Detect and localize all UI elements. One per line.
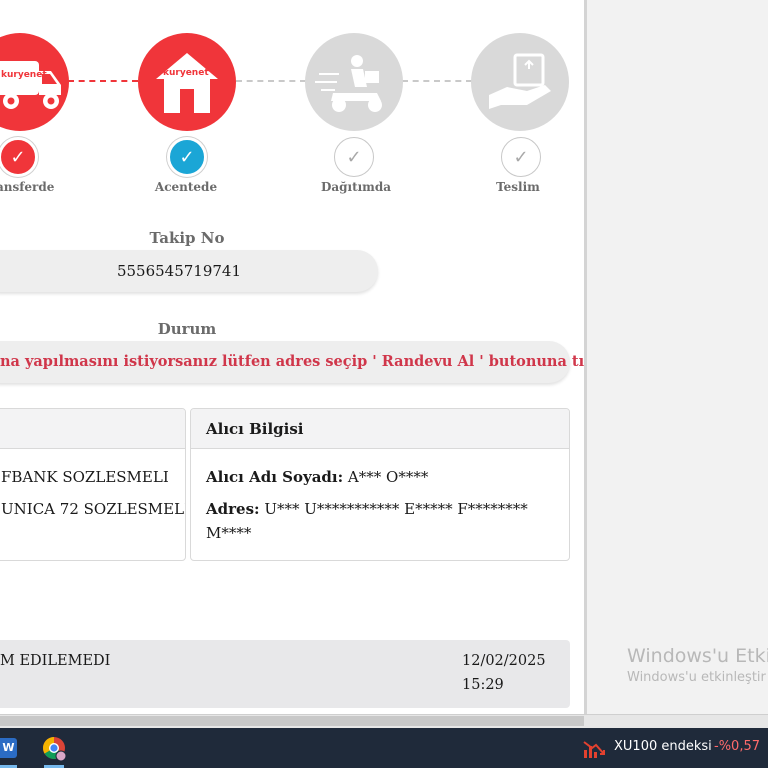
kuryenet-logo-text: kuryenet xyxy=(1,70,47,80)
history-time: 15:29 xyxy=(462,677,504,693)
receiver-address-line-2: M**** xyxy=(206,524,252,542)
horizontal-scrollbar-thumb[interactable] xyxy=(0,716,584,726)
sender-info-card: FBANK SOZLESMELI UNICA 72 SOZLESMELI xyxy=(0,408,186,561)
windows-taskbar: W XU100 endeksi -%0,57 xyxy=(0,728,768,768)
home-icon: kuryenet xyxy=(156,53,218,113)
package-hand-icon xyxy=(489,53,551,109)
tracking-number-value: 5556545719741 xyxy=(116,262,242,280)
status-title: Durum xyxy=(157,320,217,338)
stock-chart-icon xyxy=(583,741,605,758)
receiver-name-row: Alıcı Adı Soyadı: A*** O**** xyxy=(206,468,428,486)
svg-text:kuryenet: kuryenet xyxy=(163,68,209,78)
receiver-card-header: Alıcı Bilgisi xyxy=(191,409,569,449)
step-label-teslim: Teslim xyxy=(496,180,540,194)
activation-watermark-subtitle: Windows'u etkinleştir xyxy=(627,670,766,685)
status-message: na yapılmasını istiyorsanız lütfen adres… xyxy=(0,353,584,370)
step-label-dagitimda: Dağıtımda xyxy=(320,180,392,194)
receiver-name-label: Alıcı Adı Soyadı: xyxy=(206,468,344,486)
status-field: na yapılmasını istiyorsanız lütfen adres… xyxy=(0,341,584,383)
receiver-address-label: Adres: xyxy=(206,500,260,518)
sender-line-1: FBANK SOZLESMELI xyxy=(1,468,169,486)
receiver-address-row: Adres: U*** U*********** E***** F*******… xyxy=(206,500,528,518)
browser-right-pane: Windows'u Etkin Windows'u etkinleştir xyxy=(587,0,768,714)
receiver-name-value: A*** O**** xyxy=(347,468,429,486)
delivery-truck-icon: kuryenet xyxy=(0,61,61,109)
progress-connector-done xyxy=(68,80,138,82)
chrome-icon xyxy=(43,737,67,762)
receiver-address-line-1: U*** U*********** E***** F******** xyxy=(264,500,528,518)
agency-home-circle: kuryenet xyxy=(138,33,236,131)
stock-widget[interactable]: XU100 endeksi -%0,57 xyxy=(582,728,768,768)
step-label-acentede: Acentede xyxy=(154,180,218,194)
progress-connector-pending xyxy=(402,80,472,82)
stock-name: XU100 endeksi xyxy=(614,739,712,754)
taskbar-chrome-app[interactable] xyxy=(34,728,74,768)
transfer-truck-circle: kuryenet xyxy=(0,33,69,131)
sender-card-header xyxy=(0,409,185,449)
sender-line-2: UNICA 72 SOZLESMELI xyxy=(1,500,186,518)
receiver-info-card: Alıcı Bilgisi Alıcı Adı Soyadı: A*** O**… xyxy=(190,408,570,561)
dagitimda-check-icon: ✓ xyxy=(334,137,374,177)
history-date: 12/02/2025 xyxy=(462,653,546,669)
tracking-page: kuryenet ✓ Transferde kuryenet ✓ Acented… xyxy=(0,0,584,714)
receiver-heading: Alıcı Bilgisi xyxy=(206,420,304,438)
scooter-courier-icon xyxy=(315,55,382,112)
progress-connector-pending xyxy=(236,80,306,82)
history-event: M EDILEMEDI xyxy=(0,653,111,669)
transferde-check-icon: ✓ xyxy=(0,137,38,177)
activation-watermark-title: Windows'u Etkin xyxy=(627,645,768,667)
step-label-transferde: Transferde xyxy=(0,180,55,194)
courier-circle xyxy=(305,33,403,131)
delivered-circle xyxy=(471,33,569,131)
tracking-number-field[interactable]: 5556545719741 xyxy=(0,250,378,292)
word-icon: W xyxy=(0,738,17,758)
acentede-check-icon: ✓ xyxy=(167,137,207,177)
teslim-check-icon: ✓ xyxy=(501,137,541,177)
stock-change: -%0,57 xyxy=(714,739,760,754)
history-row: M EDILEMEDI 12/02/2025 15:29 xyxy=(0,640,570,708)
taskbar-word-app[interactable]: W xyxy=(0,728,30,768)
tracking-title: Takip No xyxy=(149,229,225,247)
